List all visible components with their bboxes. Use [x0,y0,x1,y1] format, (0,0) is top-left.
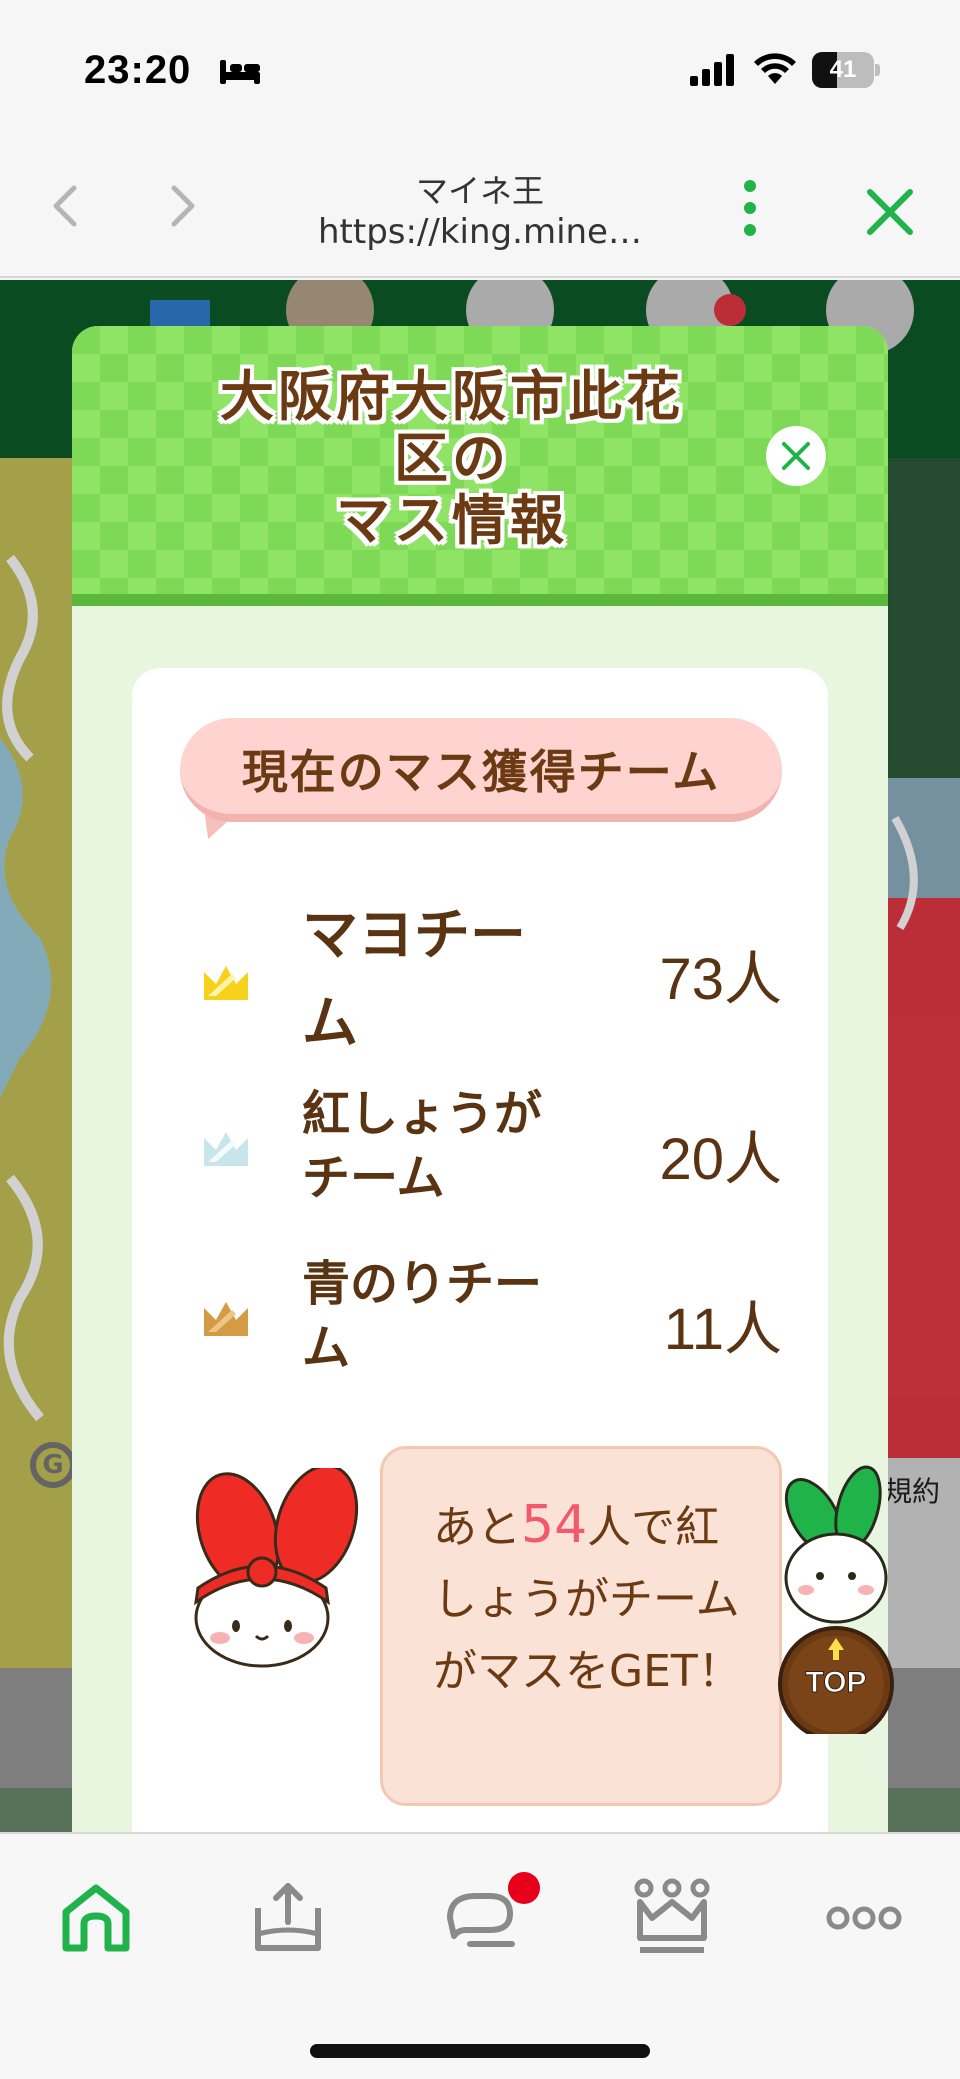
team-count: 20人 [659,1127,782,1192]
upload-icon[interactable] [248,1878,328,1958]
team-row: 紅しょうがチーム 20人 [132,1082,828,1212]
status-time: 23:20 [84,48,192,92]
message-box: あと54人で紅しょうがチームがマスをGET！ [380,1446,782,1806]
red-rabbit-mascot-icon [194,1468,359,1668]
message-prefix: あと [433,1502,521,1553]
section-heading: 現在のマス獲得チーム [241,745,721,799]
modal-title-line-2: 区の [394,427,510,490]
modal-title-line-3: マス情報 [336,489,568,552]
scroll-top-button[interactable]: TOP [770,1458,894,1734]
team-row: マヨチーム 73人 [132,892,828,1062]
message-suffix: 人で [587,1502,676,1553]
status-bar: 23:20 41 [0,0,960,140]
browser-toolbar: マイネ王 https://king.mine… [0,140,960,278]
team-name: マヨチーム [302,903,526,1056]
team-row: 青のりチーム 11人 [132,1252,828,1382]
gold-crown-icon [204,966,248,1000]
modal-close-button[interactable] [766,426,826,486]
modal-title: 大阪府大阪市此花 区の マス情報 [192,366,712,552]
back-arrow-icon[interactable] [36,176,96,236]
team-count: 73人 [659,947,782,1012]
silver-crown-icon [204,1132,248,1166]
message-text: あと54人で紅しょうがチームがマスをGET！ [433,1489,753,1708]
close-icon [782,442,810,470]
remaining-count: 54 [521,1495,588,1555]
battery-icon: 41 [812,52,880,88]
bottom-tab-bar [0,1832,960,2079]
top-button-label: TOP [805,1666,866,1699]
menu-dots-icon[interactable] [728,176,772,240]
team-name: 青のりチーム [302,1256,543,1376]
signal-icon [690,54,734,86]
home-indicator [310,2044,650,2058]
team-info-card: 現在のマス獲得チーム マヨチーム 73人 紅しょうがチーム 20人 青のりチーム [132,668,828,1832]
forward-arrow-icon[interactable] [152,176,212,236]
modal-title-line-1: 大阪府大阪市此花 [220,365,684,428]
team-name: 紅しょうがチーム [302,1086,543,1206]
section-heading-bubble: 現在のマス獲得チーム [180,718,782,822]
battery-level: 41 [829,56,857,83]
team-count: 11人 [663,1297,782,1362]
home-icon[interactable] [56,1878,136,1958]
page-title: マイネ王 [415,172,544,210]
modal-header: 大阪府大阪市此花 区の マス情報 [72,326,888,606]
area-info-modal: 大阪府大阪市此花 区の マス情報 現在のマス獲得チーム マヨチーム 73人 紅し… [72,326,888,1832]
bronze-crown-icon [204,1302,248,1336]
page-url[interactable]: https://king.mine… [280,212,680,252]
crown-icon[interactable] [632,1878,712,1958]
notification-badge [508,1872,540,1904]
bed-icon [220,60,260,84]
close-icon[interactable] [862,184,918,240]
more-dots-icon[interactable] [824,1878,904,1958]
wifi-icon [754,53,796,84]
